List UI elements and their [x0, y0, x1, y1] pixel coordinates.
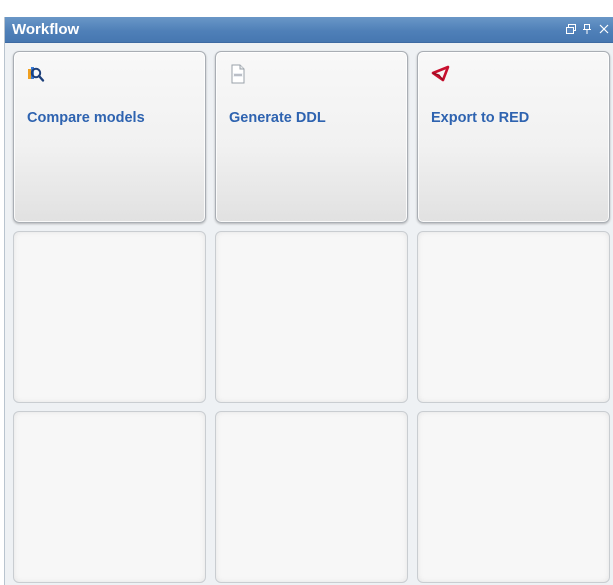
panel-titlebar[interactable]: Workflow [5, 17, 613, 43]
compare-models-icon [27, 64, 45, 84]
export-red-icon [431, 64, 450, 84]
empty-tile [13, 231, 206, 403]
empty-tile [417, 231, 610, 403]
workflow-panel: Workflow Compare models Generate DDL Exp… [4, 17, 613, 585]
compare-models-tile[interactable]: Compare models [13, 51, 206, 223]
panel-title: Workflow [12, 21, 80, 38]
export-to-red-label: Export to RED [431, 110, 530, 126]
ddl-document-icon [229, 64, 247, 84]
generate-ddl-tile[interactable]: Generate DDL [215, 51, 408, 223]
empty-tile [215, 231, 408, 403]
restore-icon[interactable] [564, 22, 578, 36]
workflow-tile-grid: Compare models Generate DDL Export to RE… [13, 51, 611, 583]
empty-tile [215, 411, 408, 583]
export-to-red-tile[interactable]: Export to RED [417, 51, 610, 223]
close-icon[interactable] [597, 22, 611, 36]
empty-tile [13, 411, 206, 583]
empty-tile [417, 411, 610, 583]
generate-ddl-label: Generate DDL [229, 110, 326, 126]
compare-models-label: Compare models [27, 110, 145, 126]
pin-icon[interactable] [580, 22, 594, 36]
